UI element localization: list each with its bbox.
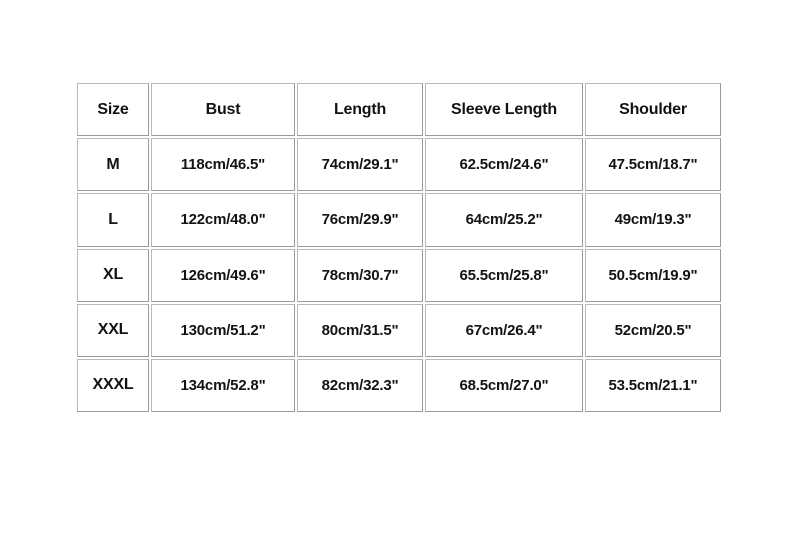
cell-shoulder: 52cm/20.5" [585,303,721,357]
cell-length: 82cm/32.3" [297,358,423,413]
cell-size-value: XXL [97,321,129,339]
cell-sleeve-length-value: 62.5cm/24.6" [459,156,549,174]
cell-size-value: L [108,210,118,228]
cell-bust: 122cm/48.0" [151,193,295,247]
cell-sleeve-length: 64cm/25.2" [425,193,583,247]
cell-shoulder: 53.5cm/21.1" [585,358,721,413]
cell-bust: 126cm/49.6" [151,248,295,302]
cell-shoulder: 47.5cm/18.7" [585,138,721,192]
column-header-sleeve-length-label: Sleeve Length [451,100,557,118]
column-header-length: Length [297,83,423,137]
cell-size-value: XXXL [92,376,134,394]
cell-shoulder-value: 53.5cm/21.1" [608,376,698,394]
cell-size: M [77,138,149,192]
cell-bust-value: 118cm/46.5" [180,156,266,174]
cell-bust: 130cm/51.2" [151,303,295,357]
cell-bust-value: 122cm/48.0" [180,211,266,229]
cell-length-value: 78cm/30.7" [321,266,399,284]
column-header-bust-label: Bust [205,100,241,118]
column-header-shoulder-label: Shoulder [619,100,687,118]
cell-shoulder-value: 50.5cm/19.9" [608,266,698,284]
cell-size: XXXL [77,358,149,413]
column-header-size: Size [77,83,149,137]
column-header-sleeve-length: Sleeve Length [425,83,583,137]
table-row: M 118cm/46.5" 74cm/29.1" 62.5cm/24.6" 47… [76,137,722,192]
cell-sleeve-length: 68.5cm/27.0" [425,358,583,413]
cell-length-value: 76cm/29.9" [321,211,399,229]
cell-bust-value: 134cm/52.8" [180,376,266,394]
cell-sleeve-length: 65.5cm/25.8" [425,248,583,302]
cell-size-value: M [106,155,120,173]
cell-shoulder-value: 52cm/20.5" [614,321,692,339]
cell-sleeve-length-value: 64cm/25.2" [465,211,543,229]
column-header-length-label: Length [333,100,387,118]
cell-sleeve-length: 62.5cm/24.6" [425,138,583,192]
cell-size: L [77,193,149,247]
cell-shoulder-value: 47.5cm/18.7" [608,156,698,174]
cell-length-value: 74cm/29.1" [321,156,399,174]
cell-bust-value: 130cm/51.2" [180,321,266,339]
table-header-row: Size Bust Length Sleeve Length Shoulder [76,82,722,137]
cell-sleeve-length-value: 67cm/26.4" [465,321,543,339]
cell-length: 80cm/31.5" [297,303,423,357]
cell-length: 78cm/30.7" [297,248,423,302]
cell-length: 76cm/29.9" [297,193,423,247]
cell-length-value: 82cm/32.3" [321,376,399,394]
cell-sleeve-length-value: 68.5cm/27.0" [459,376,549,394]
cell-bust: 118cm/46.5" [151,138,295,192]
cell-shoulder: 50.5cm/19.9" [585,248,721,302]
cell-shoulder: 49cm/19.3" [585,193,721,247]
column-header-bust: Bust [151,83,295,137]
column-header-size-label: Size [97,100,129,118]
table-row: XXL 130cm/51.2" 80cm/31.5" 67cm/26.4" 52… [76,303,722,358]
cell-sleeve-length-value: 65.5cm/25.8" [459,266,549,284]
cell-size-value: XL [102,266,124,284]
cell-length: 74cm/29.1" [297,138,423,192]
cell-size: XXL [77,303,149,357]
cell-bust: 134cm/52.8" [151,358,295,413]
cell-bust-value: 126cm/49.6" [180,266,266,284]
column-header-shoulder: Shoulder [585,83,721,137]
cell-shoulder-value: 49cm/19.3" [614,211,692,229]
size-chart-table: Size Bust Length Sleeve Length Shoulder … [76,82,722,413]
table-row: XL 126cm/49.6" 78cm/30.7" 65.5cm/25.8" 5… [76,248,722,303]
table-row: XXXL 134cm/52.8" 82cm/32.3" 68.5cm/27.0"… [76,358,722,413]
cell-size: XL [77,248,149,302]
cell-sleeve-length: 67cm/26.4" [425,303,583,357]
cell-length-value: 80cm/31.5" [321,321,399,339]
table-row: L 122cm/48.0" 76cm/29.9" 64cm/25.2" 49cm… [76,192,722,247]
